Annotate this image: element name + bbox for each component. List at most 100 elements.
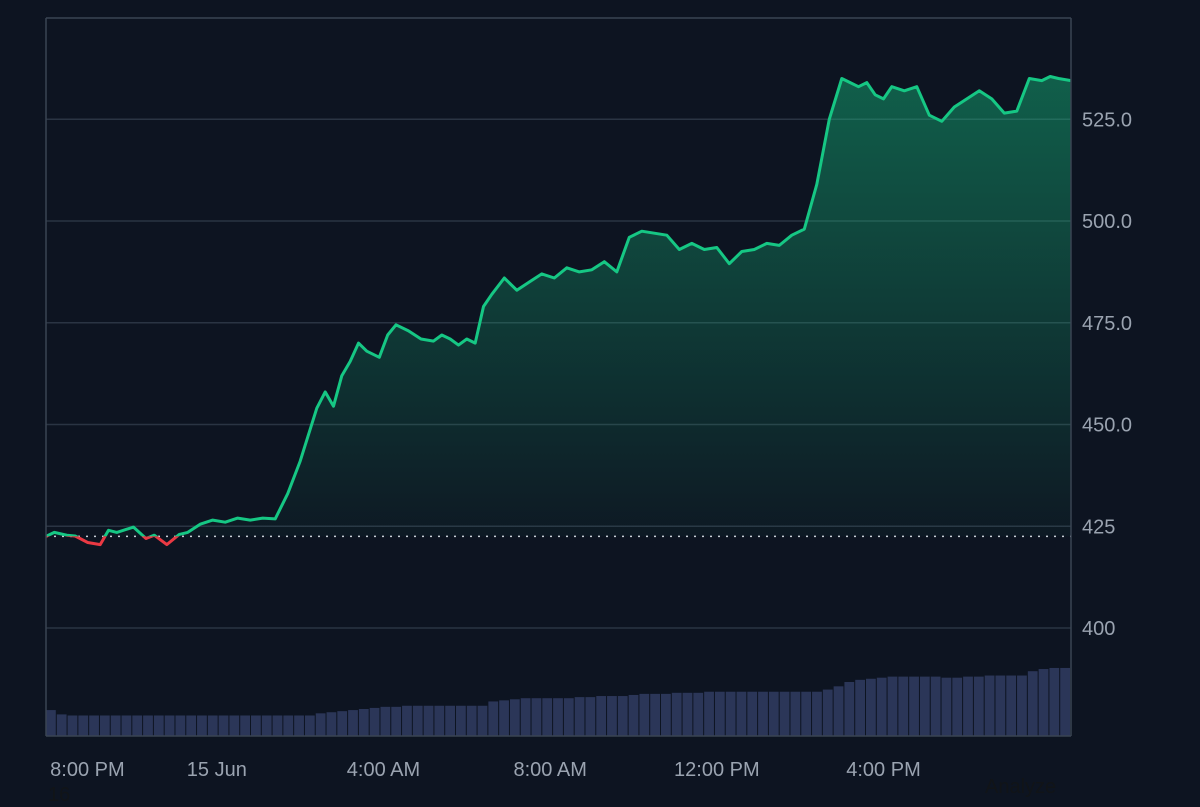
volume-bar	[801, 691, 812, 736]
volume-bar	[110, 715, 121, 736]
volume-bar	[304, 715, 315, 736]
volume-bar	[736, 691, 747, 736]
volume-bar	[499, 700, 509, 736]
volume-bar	[78, 715, 89, 736]
volume-bar	[628, 694, 639, 736]
y-tick-label: 500.0	[1082, 211, 1132, 233]
volume-bar	[693, 692, 704, 736]
volume-bar	[1006, 675, 1017, 736]
volume-bar	[866, 678, 876, 736]
volume-bar	[855, 679, 865, 736]
x-tick-label: 4:00 AM	[347, 759, 420, 781]
volume-bar	[412, 705, 423, 736]
volume-bar	[251, 715, 261, 736]
volume-bar	[132, 715, 143, 736]
volume-bar	[315, 713, 326, 736]
x-tick-label: 8:00 AM	[513, 759, 586, 781]
volume-bar	[812, 691, 822, 736]
volume-bar	[348, 710, 358, 736]
volume-bar	[607, 696, 617, 736]
volume-bar	[434, 705, 445, 736]
volume-bar	[466, 705, 477, 736]
volume-bar	[337, 711, 348, 736]
volume-bar	[46, 710, 56, 736]
volume-bar	[909, 676, 919, 736]
volume-bar	[585, 697, 596, 736]
volume-bar	[779, 691, 790, 736]
volume-bar	[175, 715, 186, 736]
volume-bar	[229, 715, 240, 736]
volume-bar	[553, 698, 563, 736]
volume-bar	[898, 676, 909, 736]
volume-bar	[143, 715, 153, 736]
price-area-fill	[46, 76, 1071, 537]
volume-bar	[445, 705, 455, 736]
volume-bar	[768, 691, 779, 736]
volume-bar	[67, 715, 78, 736]
volume-bar	[952, 677, 963, 736]
volume-bar	[1038, 669, 1049, 736]
volume-bar	[963, 676, 973, 736]
volume-bar	[164, 715, 175, 736]
volume-bar	[186, 715, 197, 736]
volume-bar	[758, 691, 768, 736]
volume-bar	[509, 699, 520, 736]
volume-bar	[682, 692, 693, 736]
volume-bar	[272, 715, 283, 736]
volume-bar	[423, 705, 434, 736]
y-axis-labels: 400 425 450.0 475.0 500.0 525.0	[1082, 109, 1132, 640]
volume-bar	[283, 715, 294, 736]
volume-bar	[121, 715, 132, 736]
volume-bar	[153, 715, 164, 736]
volume-bar	[833, 686, 844, 736]
volume-bar	[984, 675, 995, 736]
x-tick-label: 15 Jun	[187, 759, 247, 781]
x-tick-label: 4:00 PM	[846, 759, 920, 781]
y-tick-label: 475.0	[1082, 313, 1132, 335]
volume-bar	[617, 696, 628, 736]
volume-bar	[380, 706, 391, 736]
volume-bar	[876, 677, 887, 736]
volume-bar	[574, 697, 585, 736]
volume-bar	[294, 715, 304, 736]
volume-bar	[714, 691, 725, 736]
volume-bar	[639, 693, 650, 736]
volume-bar	[1060, 667, 1070, 736]
y-tick-label: 450.0	[1082, 415, 1132, 437]
price-chart: 400 425 450.0 475.0 500.0 525.0 8:00 PM 15 Jun…	[45, 17, 1132, 781]
volume-bar	[844, 682, 855, 736]
volume-bar	[919, 676, 930, 736]
volume-bar	[596, 696, 607, 736]
volume-bar	[89, 715, 99, 736]
volume-bars	[46, 667, 1070, 736]
volume-bar	[1049, 667, 1060, 736]
volume-bar	[218, 715, 229, 736]
volume-bar	[358, 709, 369, 736]
volume-bar	[973, 676, 984, 736]
volume-bar	[477, 705, 488, 736]
volume-bar	[1017, 675, 1027, 736]
volume-bar	[995, 675, 1006, 736]
y-tick-label: 400	[1082, 618, 1115, 640]
volume-bar	[531, 698, 542, 736]
cut-off-date-label: 16	[48, 784, 71, 806]
volume-bar	[725, 691, 736, 736]
volume-bar	[520, 698, 531, 736]
x-tick-label: 8:00 PM	[50, 759, 124, 781]
analyze-button[interactable]: Analyze	[985, 776, 1056, 799]
volume-bar	[456, 705, 466, 736]
volume-bar	[790, 691, 801, 736]
volume-bar	[563, 698, 574, 736]
x-tick-label: 12:00 PM	[674, 759, 760, 781]
y-tick-label: 525.0	[1082, 109, 1132, 131]
volume-bar	[887, 676, 898, 736]
volume-bar	[56, 714, 67, 736]
volume-bar	[930, 676, 941, 736]
volume-bar	[542, 698, 553, 736]
x-axis-labels: 8:00 PM 15 Jun 4:00 AM 8:00 AM 12:00 PM 4:00 …	[50, 759, 921, 781]
volume-bar	[661, 693, 671, 736]
volume-bar	[261, 715, 272, 736]
volume-bar	[402, 705, 412, 736]
volume-bar	[822, 689, 833, 736]
volume-bar	[488, 701, 499, 736]
